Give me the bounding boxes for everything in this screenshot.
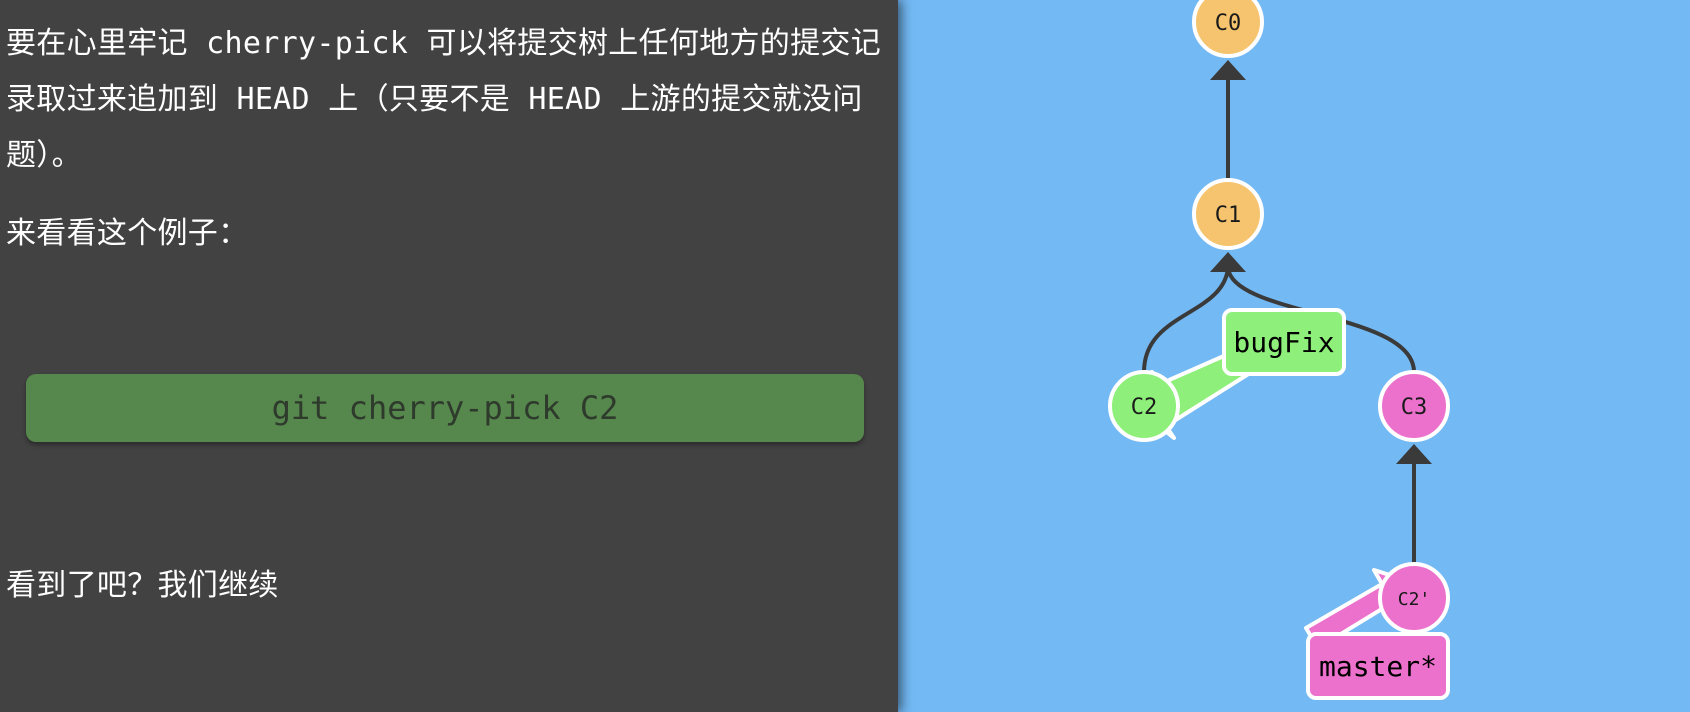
branch-label-bugfix[interactable]: bugFix xyxy=(1222,308,1346,376)
app-root: 要在心里牢记 cherry-pick 可以将提交树上任何地方的提交记录取过来追加… xyxy=(0,0,1690,712)
commit-node-c0[interactable]: C0 xyxy=(1192,0,1264,58)
branch-name-bugfix: bugFix xyxy=(1233,326,1334,359)
commit-label-c0: C0 xyxy=(1215,11,1242,36)
continue-text: 看到了吧？我们继续 xyxy=(6,568,279,603)
commit-label-c3: C3 xyxy=(1401,395,1428,420)
instruction-paragraph: 要在心里牢记 cherry-pick 可以将提交树上任何地方的提交记录取过来追加… xyxy=(6,26,881,173)
commit-node-c2-prime[interactable]: C2' xyxy=(1378,562,1450,634)
commit-label-c2-prime: C2' xyxy=(1398,589,1431,610)
edge-c2-c1 xyxy=(1142,267,1230,373)
arrowhead-c1 xyxy=(1210,252,1246,272)
branch-label-master[interactable]: master* xyxy=(1306,632,1450,700)
commit-label-c1: C1 xyxy=(1215,203,1242,228)
commit-label-c2: C2 xyxy=(1131,395,1158,420)
commit-node-c2[interactable]: C2 xyxy=(1108,370,1180,442)
arrowhead-c0 xyxy=(1210,60,1246,80)
commit-node-c1[interactable]: C1 xyxy=(1192,178,1264,250)
commit-graph: C0 C1 C2 C3 C2' bugFix master* xyxy=(1108,0,1450,700)
branch-name-master: master* xyxy=(1319,650,1437,683)
example-intro: 来看看这个例子： xyxy=(6,216,249,251)
command-button[interactable]: git cherry-pick C2 xyxy=(26,374,864,442)
arrowhead-c3 xyxy=(1396,444,1432,464)
commit-node-c3[interactable]: C3 xyxy=(1378,370,1450,442)
instruction-panel: 要在心里牢记 cherry-pick 可以将提交树上任何地方的提交记录取过来追加… xyxy=(0,0,898,712)
commit-graph-panel: C0 C1 C2 C3 C2' bugFix master* xyxy=(898,0,1690,712)
